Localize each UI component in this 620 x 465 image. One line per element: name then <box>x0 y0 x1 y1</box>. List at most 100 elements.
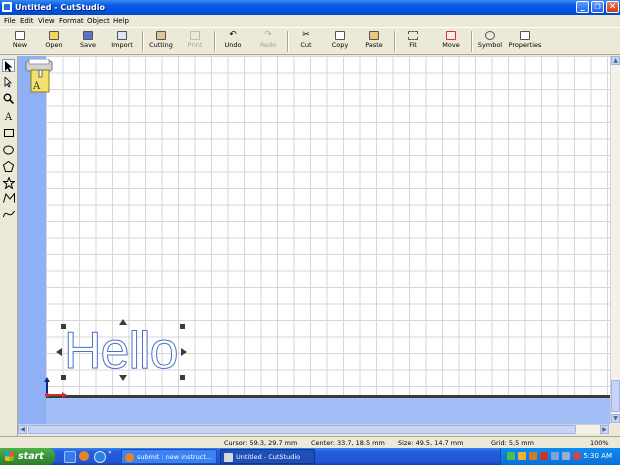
cut-button[interactable]: ✂ Cut <box>292 29 320 54</box>
origin-point <box>45 393 49 397</box>
menu-format[interactable]: Format <box>58 16 85 26</box>
selection-handle-bottom-right[interactable] <box>180 375 185 380</box>
scissors-icon: ✂ <box>302 30 310 40</box>
ellipse-tool-icon[interactable] <box>2 144 15 157</box>
select-arrow-icon[interactable] <box>2 59 15 72</box>
scroll-down-icon[interactable]: ▼ <box>611 414 620 423</box>
node-edit-icon[interactable] <box>2 76 15 89</box>
windows-logo-icon <box>5 452 14 461</box>
new-button[interactable]: New <box>6 29 34 54</box>
minimize-button[interactable]: _ <box>576 1 589 13</box>
cutting-button[interactable]: Cutting <box>146 29 176 54</box>
cutting-icon <box>156 31 166 40</box>
rectangle-tool-icon[interactable] <box>2 127 15 140</box>
properties-button[interactable]: Properties <box>507 29 543 54</box>
status-grid: Grid: 5,5 mm <box>491 439 534 447</box>
menu-edit[interactable]: Edit <box>19 16 35 26</box>
text-tool-icon[interactable]: A <box>2 111 15 124</box>
system-tray: 5:30 AM <box>500 448 620 465</box>
symbol-button[interactable]: Symbol <box>476 29 504 54</box>
printer-tray-icon[interactable] <box>551 452 559 460</box>
star-tool-icon[interactable] <box>2 176 15 189</box>
network-icon[interactable] <box>507 452 515 460</box>
tray-app-icon-2[interactable] <box>529 452 537 460</box>
taskbar-item-browser[interactable]: submit : new instruct... <box>121 449 217 464</box>
toolbar: New Open Save Import Cutting Print ↶ Und… <box>0 27 620 55</box>
curve-tool-icon[interactable] <box>2 208 15 221</box>
canvas-background <box>46 398 610 424</box>
scale-arrow-up-icon[interactable] <box>119 319 127 325</box>
copy-icon <box>335 31 345 40</box>
fit-button[interactable]: Fit <box>399 29 427 54</box>
scale-arrow-right-icon[interactable] <box>181 348 187 356</box>
status-bar: Cursor: 59.3, 29.7 mm Center: 33.7, 18.5… <box>0 436 620 448</box>
tool-palette: A <box>0 56 18 436</box>
show-desktop-icon[interactable] <box>64 451 76 463</box>
properties-icon <box>520 31 530 40</box>
redo-icon: ↷ <box>264 30 272 40</box>
save-icon <box>83 31 93 40</box>
printer-icon[interactable]: A <box>24 58 54 93</box>
save-button[interactable]: Save <box>74 29 102 54</box>
tray-app-icon[interactable] <box>518 452 526 460</box>
clock[interactable]: 5:30 AM <box>583 448 612 465</box>
fit-icon <box>408 31 418 40</box>
horizontal-scroll-thumb[interactable] <box>28 425 576 434</box>
menu-object[interactable]: Object <box>86 16 111 26</box>
status-size: Size: 49.5, 14.7 mm <box>398 439 464 447</box>
vertical-scrollbar[interactable]: ▲ ▼ <box>610 56 620 424</box>
open-button[interactable]: Open <box>40 29 68 54</box>
menu-help[interactable]: Help <box>112 16 130 26</box>
media-edge-line <box>46 395 610 398</box>
vertical-scroll-thumb[interactable] <box>611 380 620 412</box>
taskbar: start » submit : new instruct... Untitle… <box>0 448 620 465</box>
restore-button[interactable]: ❐ <box>591 1 604 13</box>
scroll-right-icon[interactable]: ▶ <box>600 425 609 434</box>
start-button[interactable]: start <box>0 448 55 465</box>
status-cursor: Cursor: 59.3, 29.7 mm <box>224 439 298 447</box>
scale-arrow-down-icon[interactable] <box>119 375 127 381</box>
security-icon[interactable] <box>540 452 548 460</box>
firefox-icon <box>125 453 134 462</box>
polyline-tool-icon[interactable] <box>2 192 15 205</box>
svg-text:A: A <box>32 81 41 92</box>
quick-launch-expand-icon[interactable]: » <box>108 450 114 456</box>
import-button[interactable]: Import <box>107 29 137 54</box>
selection-handle-top-right[interactable] <box>180 324 185 329</box>
scroll-left-icon[interactable]: ◀ <box>18 425 27 434</box>
print-icon <box>190 31 200 40</box>
origin-x-axis-marker <box>48 394 62 396</box>
cutstudio-icon <box>224 453 233 462</box>
menu-file[interactable]: File <box>3 16 17 26</box>
origin-up-arrow-icon <box>44 377 50 382</box>
redo-button[interactable]: ↷ Redo <box>254 29 282 54</box>
internet-explorer-icon[interactable] <box>94 451 106 463</box>
window-title: Untitled - CutStudio <box>15 3 106 12</box>
selection-handle-top-left[interactable] <box>61 324 66 329</box>
title-bar[interactable]: Untitled - CutStudio _ ❐ ✕ <box>0 0 620 15</box>
status-center: Center: 33.7, 18.5 mm <box>311 439 385 447</box>
new-file-icon <box>15 31 25 40</box>
horizontal-scrollbar[interactable]: ◀ ▶ <box>18 424 610 434</box>
antivirus-icon[interactable] <box>573 452 581 460</box>
polygon-tool-icon[interactable] <box>2 160 15 173</box>
taskbar-item-cutstudio[interactable]: Untitled - CutStudio <box>220 449 315 464</box>
firefox-icon[interactable] <box>79 451 89 461</box>
scale-arrow-left-icon[interactable] <box>56 348 62 356</box>
undo-button[interactable]: ↶ Undo <box>219 29 247 54</box>
zoom-icon[interactable] <box>2 92 15 105</box>
volume-icon[interactable] <box>562 452 570 460</box>
paste-button[interactable]: Paste <box>360 29 388 54</box>
symbol-icon <box>485 31 495 40</box>
canvas-area[interactable]: A Hello <box>18 56 610 424</box>
app-icon[interactable] <box>2 2 12 12</box>
print-button[interactable]: Print <box>181 29 209 54</box>
menu-view[interactable]: View <box>37 16 56 26</box>
move-button[interactable]: Move <box>437 29 465 54</box>
hello-text-object[interactable]: Hello <box>64 325 179 378</box>
selection-handle-bottom-left[interactable] <box>61 375 66 380</box>
import-icon <box>117 31 127 40</box>
copy-button[interactable]: Copy <box>326 29 354 54</box>
scroll-up-icon[interactable]: ▲ <box>611 56 620 65</box>
close-button[interactable]: ✕ <box>606 1 619 13</box>
